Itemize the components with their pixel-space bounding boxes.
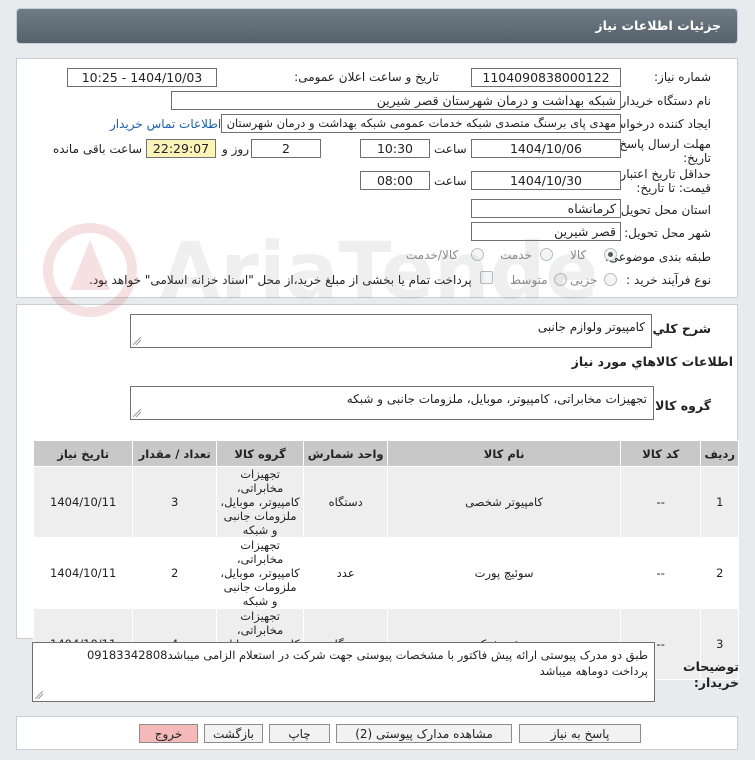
- cell-name: سوئیچ پورت: [387, 537, 621, 609]
- cell-row: 1: [700, 466, 739, 538]
- page-title: جزئیات اطلاعات نیاز: [17, 9, 737, 43]
- reply-deadline-date: 1404/10/06: [471, 139, 621, 158]
- cell-unit: دستگاه: [303, 466, 389, 538]
- col-header-group: گروه کالا: [216, 440, 305, 467]
- requester-value: مهدی پای برسنگ متصدی شبکه خدمات عمومی شب…: [221, 114, 621, 133]
- view-attachments-button[interactable]: مشاهده مدارک پیوستی (2): [336, 724, 512, 743]
- category-label: طبقه بندی موضوعی:: [604, 250, 711, 264]
- col-header-unit: واحد شمارش: [303, 440, 389, 467]
- cell-code: --: [619, 537, 702, 609]
- category-option-service: خدمت: [500, 248, 532, 262]
- price-validity-time-label: ساعت: [434, 174, 467, 188]
- cell-qty: 2: [132, 537, 218, 609]
- treasury-payment-note: پرداخت تمام یا بخشی از مبلغ خرید،از محل …: [89, 273, 472, 287]
- print-button[interactable]: چاپ: [269, 724, 330, 743]
- exit-button[interactable]: خروج: [139, 724, 198, 743]
- buyer-notes-label-2: خریدار:: [693, 675, 739, 690]
- cell-group: تجهیزات مخابراتی، کامپیوتر، موبایل، ملزو…: [216, 466, 305, 538]
- cell-code: --: [619, 466, 702, 538]
- remaining-time-value: 22:29:07: [146, 139, 216, 158]
- table-row: 2 -- سوئیچ پورت عدد تجهیزات مخابراتی، کا…: [32, 537, 739, 609]
- cell-name: کامپیوتر شخصی: [387, 466, 621, 538]
- col-header-qty: تعداد / مقدار: [132, 440, 218, 467]
- summary-value: کامپیوتر ولوازم جانبی: [537, 320, 645, 334]
- cell-unit: عدد: [303, 537, 389, 609]
- goods-group-label: گروه کالا:: [650, 398, 711, 413]
- resize-grip-icon: [133, 409, 141, 417]
- header-panel: جزئیات اطلاعات نیاز: [16, 8, 738, 44]
- back-button[interactable]: بازگشت: [204, 724, 263, 743]
- delivery-province-label: استان محل تحویل:: [616, 203, 711, 217]
- price-validity-label-1: حداقل تاریخ اعتبار: [620, 167, 711, 181]
- cell-row: 2: [700, 537, 739, 609]
- purchase-type-option-medium: متوسط: [510, 273, 548, 287]
- resize-grip-icon: [35, 691, 43, 699]
- price-validity-time: 08:00: [360, 171, 430, 190]
- table-row: 1 -- کامپیوتر شخصی دستگاه تجهیزات مخابرا…: [32, 466, 739, 538]
- delivery-province-value: کرمانشاه: [471, 199, 621, 218]
- purchase-type-label: نوع فرآیند خرید :: [626, 273, 711, 287]
- goods-group-value: تجهیزات مخابراتی، کامپیوتر، موبایل، ملزو…: [346, 392, 647, 406]
- category-option-goods: کالا: [570, 248, 587, 262]
- reply-deadline-label-2: تاریخ:: [683, 151, 711, 165]
- purchase-type-radio-minor[interactable]: [604, 273, 617, 286]
- category-option-goods-service: کالا/خدمت: [406, 248, 459, 262]
- cell-date: 1404/10/11: [32, 466, 134, 538]
- remaining-time-label: ساعت باقی مانده: [53, 142, 143, 156]
- price-validity-date: 1404/10/30: [471, 171, 621, 190]
- col-header-name: نام کالا: [387, 440, 621, 467]
- buyer-notes-line-2: پرداخت دوماهه میباشد: [539, 664, 648, 678]
- summary-textarea: کامپیوتر ولوازم جانبی: [130, 314, 652, 348]
- buyer-org-label: نام دستگاه خریدار:: [616, 94, 712, 108]
- buyer-notes-textarea: طبق دو مدرک پیوستی ارائه پیش فاکتور با م…: [32, 642, 655, 702]
- delivery-city-label: شهر محل تحویل:: [624, 226, 711, 240]
- col-header-date: تاریخ نیاز: [32, 440, 134, 467]
- reply-button[interactable]: پاسخ به نیاز: [519, 724, 641, 743]
- category-radio-service[interactable]: [540, 248, 553, 261]
- announce-datetime-label: تاریخ و ساعت اعلان عمومی:: [294, 70, 439, 84]
- reply-deadline-time-label: ساعت: [434, 142, 467, 156]
- reply-deadline-time: 10:30: [360, 139, 430, 158]
- col-header-row: ردیف: [700, 440, 739, 467]
- cell-qty: 3: [132, 466, 218, 538]
- purchase-type-option-minor: جزیی: [570, 273, 598, 287]
- buyer-notes-label-1: توضیحات: [683, 659, 739, 674]
- goods-group-textarea: تجهیزات مخابراتی، کامپیوتر، موبایل، ملزو…: [130, 386, 654, 420]
- category-radio-goods-service[interactable]: [471, 248, 484, 261]
- buyer-org-value: شبکه بهداشت و درمان شهرستان قصر شیرین: [171, 91, 621, 110]
- category-radio-goods[interactable]: [604, 248, 617, 261]
- announce-datetime-value: 1404/10/03 - 10:25: [67, 68, 217, 87]
- buyer-contact-link[interactable]: اطلاعات تماس خریدار: [110, 117, 221, 131]
- resize-grip-icon: [133, 337, 141, 345]
- need-number-value: 1104090838000122: [471, 68, 621, 87]
- reply-days-value: 2: [251, 139, 321, 158]
- col-header-code: کد کالا: [619, 440, 702, 467]
- cell-date: 1404/10/11: [32, 537, 134, 609]
- table-header-row: ردیف کد کالا نام کالا واحد شمارش گروه کا…: [32, 440, 739, 467]
- purchase-type-radio-medium[interactable]: [554, 273, 567, 286]
- price-validity-label-2: قیمت: تا تاریخ:: [636, 181, 711, 195]
- buyer-notes-line-1: طبق دو مدرک پیوستی ارائه پیش فاکتور با م…: [86, 648, 648, 662]
- reply-days-label: روز و: [222, 142, 249, 156]
- delivery-city-value: قصر شیرین: [471, 222, 621, 241]
- cell-group: تجهیزات مخابراتی، کامپیوتر، موبایل، ملزو…: [216, 537, 305, 609]
- goods-info-title: اطلاعات کالاهاي مورد نياز: [571, 354, 733, 369]
- need-number-label: شماره نیاز:: [654, 70, 711, 84]
- treasury-payment-checkbox[interactable]: [480, 271, 493, 284]
